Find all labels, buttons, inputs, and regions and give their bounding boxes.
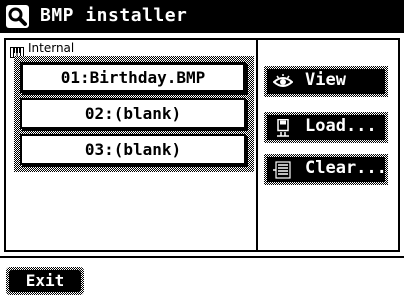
- exit-button-label: Exit: [9, 270, 81, 292]
- exit-button[interactable]: Exit: [6, 267, 84, 295]
- file-list[interactable]: 01:Birthday.BMP 02:(blank) 03:(blank): [14, 56, 254, 172]
- floppy-disk-icon: [273, 118, 293, 137]
- eye-icon: [272, 73, 294, 91]
- load-button-label: Load...: [305, 116, 377, 136]
- view-button[interactable]: View: [264, 66, 388, 97]
- panel-divider: [256, 40, 258, 250]
- clear-button[interactable]: Clear...: [264, 154, 388, 185]
- magnifier-icon: [6, 5, 29, 28]
- file-row-03[interactable]: 03:(blank): [20, 134, 246, 165]
- memory-label: Internal: [28, 41, 75, 55]
- bottom-bar: Exit: [0, 256, 404, 304]
- load-button[interactable]: Load...: [264, 112, 388, 143]
- view-button-label: View: [305, 70, 346, 90]
- file-panel: Internal 01:Birthday.BMP 02:(blank) 03:(…: [4, 38, 400, 252]
- keyboard-icon: [10, 43, 24, 58]
- clear-list-icon: [273, 161, 293, 179]
- file-row-01[interactable]: 01:Birthday.BMP: [20, 62, 246, 93]
- file-row-02[interactable]: 02:(blank): [20, 98, 246, 129]
- clear-button-label: Clear...: [305, 158, 387, 178]
- title-bar: BMP installer: [0, 0, 404, 33]
- page-title: BMP installer: [40, 5, 188, 26]
